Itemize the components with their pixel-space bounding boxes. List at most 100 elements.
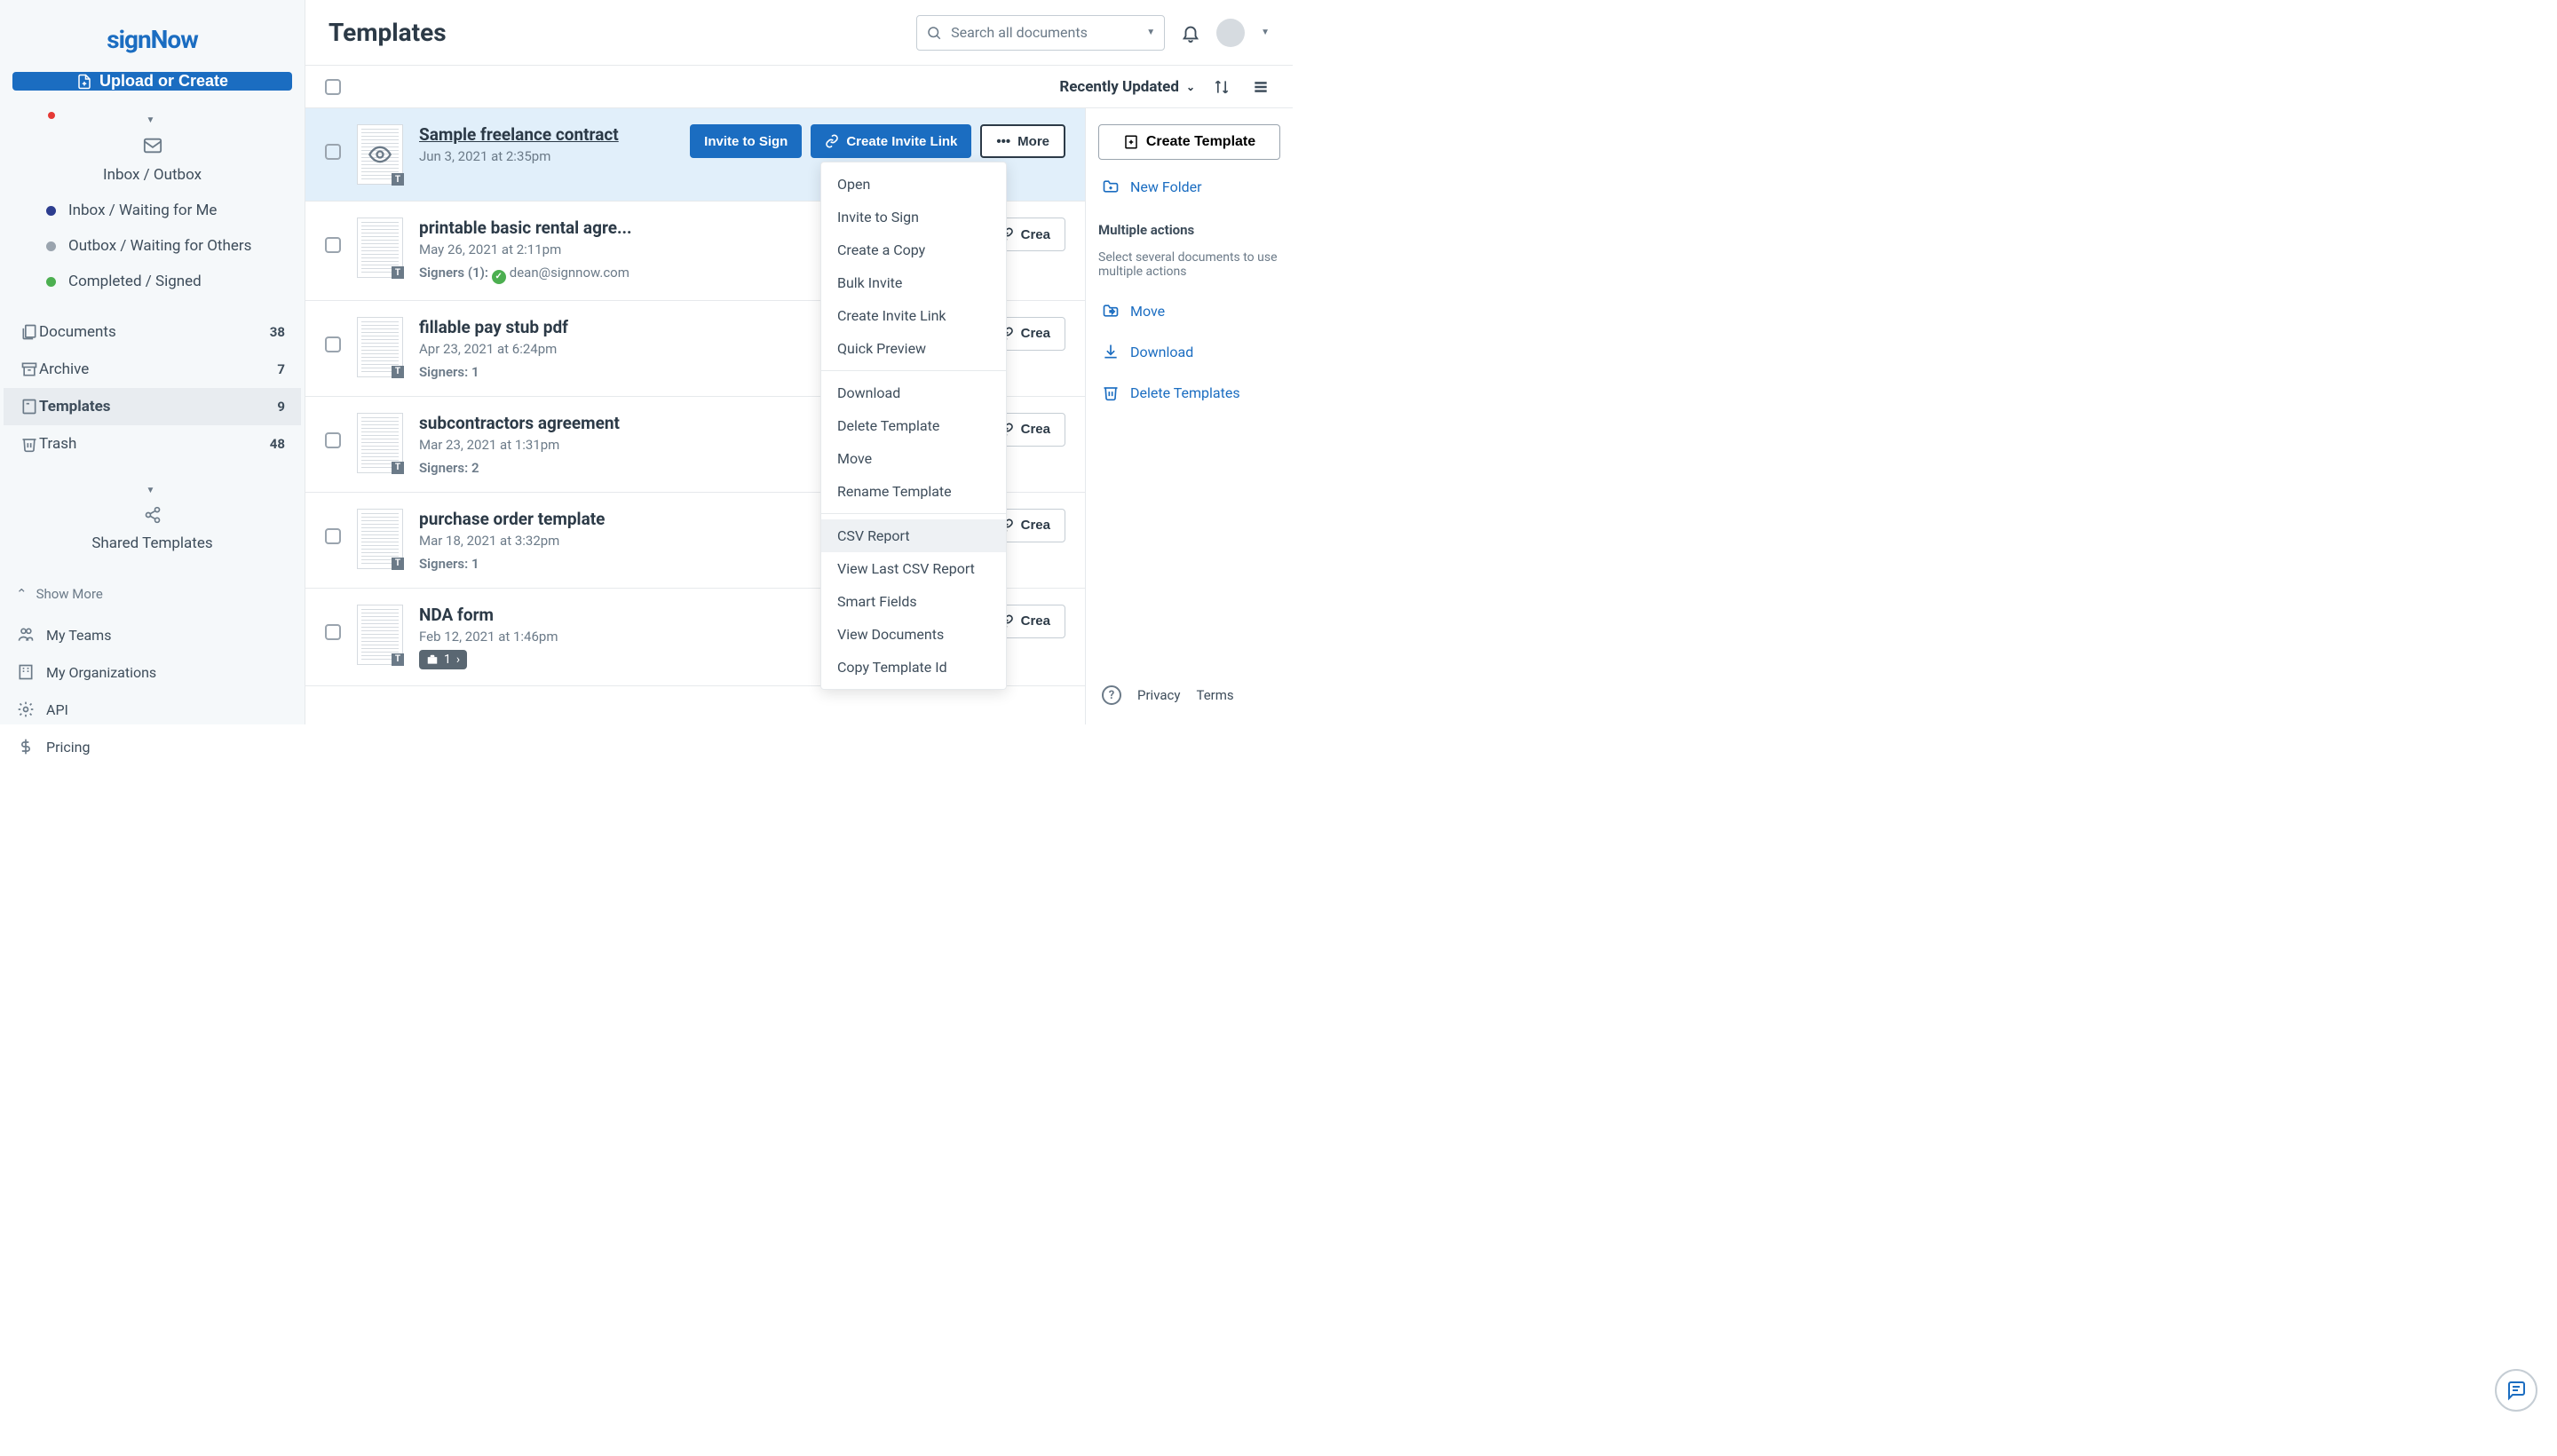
doc-thumbnail[interactable]: T [357,317,403,377]
invite-to-sign-button[interactable]: Invite to Sign [690,124,802,158]
templates-icon [20,397,39,416]
sort-direction-icon[interactable] [1209,75,1234,99]
toolbar: Recently Updated⌄ [305,66,1293,108]
view-list-icon[interactable] [1248,75,1273,99]
menu-smart-fields[interactable]: Smart Fields [821,585,1006,618]
download-icon [1102,343,1120,360]
menu-bulk[interactable]: Bulk Invite [821,266,1006,299]
chat-button[interactable] [2495,1369,2537,1412]
menu-preview[interactable]: Quick Preview [821,332,1006,365]
terms-link[interactable]: Terms [1196,687,1233,703]
create-invite-link-button[interactable]: Create Invite Link [811,124,971,158]
eye-icon [368,142,392,167]
sidebar-sub-completed[interactable]: Completed / Signed [4,264,301,299]
upload-icon [76,74,92,90]
doc-title[interactable]: subcontractors agreement [419,413,845,433]
sidebar-my-orgs[interactable]: My Organizations [0,653,305,691]
delete-templates-link[interactable]: Delete Templates [1098,378,1280,407]
bell-icon[interactable] [1181,23,1200,43]
menu-csv-report[interactable]: CSV Report [821,519,1006,552]
sidebar-sub-outbox[interactable]: Outbox / Waiting for Others [4,228,301,264]
row-checkbox[interactable] [325,237,341,253]
sidebar-documents[interactable]: Documents38 [4,313,301,351]
doc-title[interactable]: NDA form [419,605,845,625]
help-icon[interactable]: ? [1102,685,1121,705]
doc-thumbnail[interactable]: T [357,218,403,278]
upload-label: Upload or Create [99,72,228,91]
chevron-down-icon: ▼ [1146,28,1155,37]
template-badge-icon: T [392,173,404,186]
show-more-label: Show More [36,586,103,602]
check-icon: ✓ [492,270,506,284]
more-menu: Open Invite to Sign Create a Copy Bulk I… [820,162,1007,690]
chevron-down-icon: ▼ [146,115,155,125]
doc-signers: Signers: 2 [419,460,845,476]
doc-thumbnail[interactable]: T [357,413,403,473]
doc-title[interactable]: printable basic rental agre... [419,218,845,238]
upload-button[interactable]: Upload or Create [12,72,292,91]
template-badge-icon: T [392,462,404,474]
new-folder-link[interactable]: New Folder [1098,172,1280,201]
sidebar-trash[interactable]: Trash48 [4,425,301,463]
menu-move[interactable]: Move [821,442,1006,475]
sidebar-my-teams[interactable]: My Teams [0,616,305,653]
privacy-link[interactable]: Privacy [1137,687,1180,703]
doc-title[interactable]: purchase order template [419,509,845,529]
menu-copy-id[interactable]: Copy Template Id [821,651,1006,684]
sort-dropdown[interactable]: Recently Updated⌄ [1059,78,1195,96]
doc-date: Apr 23, 2021 at 6:24pm [419,341,845,357]
signers-chip[interactable]: 1› [419,650,467,669]
row-checkbox[interactable] [325,336,341,352]
more-button[interactable]: •••More [980,124,1065,158]
trash-icon [1102,384,1120,401]
nav-label: Archive [39,360,89,378]
sidebar-inbox-outbox[interactable]: ▼ Inbox / Outbox [4,107,301,193]
row-checkbox[interactable] [325,528,341,544]
sidebar-sub-inbox[interactable]: Inbox / Waiting for Me [4,193,301,228]
sidebar-shared-templates[interactable]: ▼ Shared Templates [0,477,305,561]
building-icon [16,662,36,682]
chat-icon [2506,1380,2527,1401]
menu-download[interactable]: Download [821,376,1006,409]
notification-dot [48,112,55,119]
menu-delete[interactable]: Delete Template [821,409,1006,442]
menu-create-link[interactable]: Create Invite Link [821,299,1006,332]
search-icon [926,25,942,41]
row-checkbox[interactable] [325,624,341,640]
sort-label: Recently Updated [1059,78,1179,96]
nav-count: 9 [277,399,285,415]
teams-icon [16,625,36,645]
doc-thumbnail[interactable]: T [357,124,403,185]
row-checkbox[interactable] [325,144,341,160]
sidebar-pricing[interactable]: Pricing [0,728,305,765]
footer-label: My Teams [46,627,111,644]
dots-icon: ••• [996,134,1010,149]
menu-invite[interactable]: Invite to Sign [821,201,1006,233]
show-more-toggle[interactable]: ⌃ Show More [0,575,305,613]
row-checkbox[interactable] [325,432,341,448]
chevron-up-icon: ⌃ [16,586,28,602]
select-all-checkbox[interactable] [325,79,341,95]
search-input[interactable]: Search all documents ▼ [916,15,1165,51]
inbox-label: Inbox / Outbox [103,166,202,184]
sidebar-api[interactable]: API [0,691,305,728]
menu-last-csv[interactable]: View Last CSV Report [821,552,1006,585]
doc-thumbnail[interactable]: T [357,509,403,569]
menu-divider [821,370,1006,371]
chevron-down-icon[interactable]: ▼ [1261,28,1270,37]
sidebar-templates[interactable]: Templates9 [4,388,301,425]
move-link[interactable]: Move [1098,297,1280,325]
menu-view-docs[interactable]: View Documents [821,618,1006,651]
template-badge-icon: T [392,653,404,666]
doc-thumbnail[interactable]: T [357,605,403,665]
doc-title[interactable]: fillable pay stub pdf [419,317,845,337]
menu-open[interactable]: Open [821,168,1006,201]
doc-title[interactable]: Sample freelance contract [419,124,674,145]
menu-copy[interactable]: Create a Copy [821,233,1006,266]
dollar-icon [16,737,36,756]
menu-rename[interactable]: Rename Template [821,475,1006,508]
create-template-button[interactable]: Create Template [1098,124,1280,160]
download-link[interactable]: Download [1098,337,1280,366]
sidebar-archive[interactable]: Archive7 [4,351,301,388]
avatar[interactable] [1216,19,1245,47]
